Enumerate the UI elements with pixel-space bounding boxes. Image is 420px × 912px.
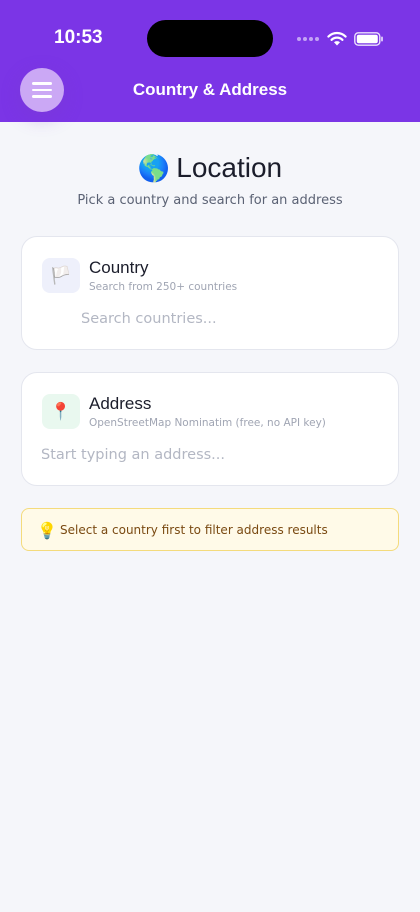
country-card: 🏳️ Country Search from 250+ countries	[21, 236, 399, 350]
header-bar: 10:53 Country & Address	[0, 0, 420, 122]
status-icons	[297, 30, 389, 48]
signal-icon	[297, 37, 319, 41]
hero-subtitle: Pick a country and search for an address	[77, 193, 343, 208]
status-time: 10:53	[54, 27, 103, 48]
wifi-icon	[327, 31, 347, 46]
hero-heading: 🌎 Location	[0, 152, 420, 184]
dynamic-island	[147, 20, 273, 57]
app-screen: 10:53 Country & Address 🌎 Location Pick …	[0, 0, 420, 912]
globe-icon: 🌎	[137, 153, 171, 183]
country-card-title: Country	[89, 258, 149, 277]
address-search-input[interactable]	[41, 447, 381, 463]
tip-text: Select a country first to filter address…	[60, 523, 328, 537]
hero-title-text: Location	[176, 152, 283, 183]
page-title: Country & Address	[132, 80, 288, 99]
country-search-input[interactable]	[81, 311, 381, 327]
pin-icon: 📍	[42, 394, 80, 429]
address-card-title: Address	[89, 394, 152, 413]
lightbulb-icon: 💡	[37, 521, 57, 540]
address-card-subtitle: OpenStreetMap Nominatim (free, no API ke…	[89, 417, 326, 429]
country-card-subtitle: Search from 250+ countries	[89, 281, 238, 293]
tip-banner: 💡 Select a country first to filter addre…	[21, 508, 399, 551]
white-flag-icon: 🏳️	[42, 258, 80, 293]
battery-icon	[354, 32, 383, 46]
address-card: 📍 Address OpenStreetMap Nominatim (free,…	[21, 372, 399, 486]
